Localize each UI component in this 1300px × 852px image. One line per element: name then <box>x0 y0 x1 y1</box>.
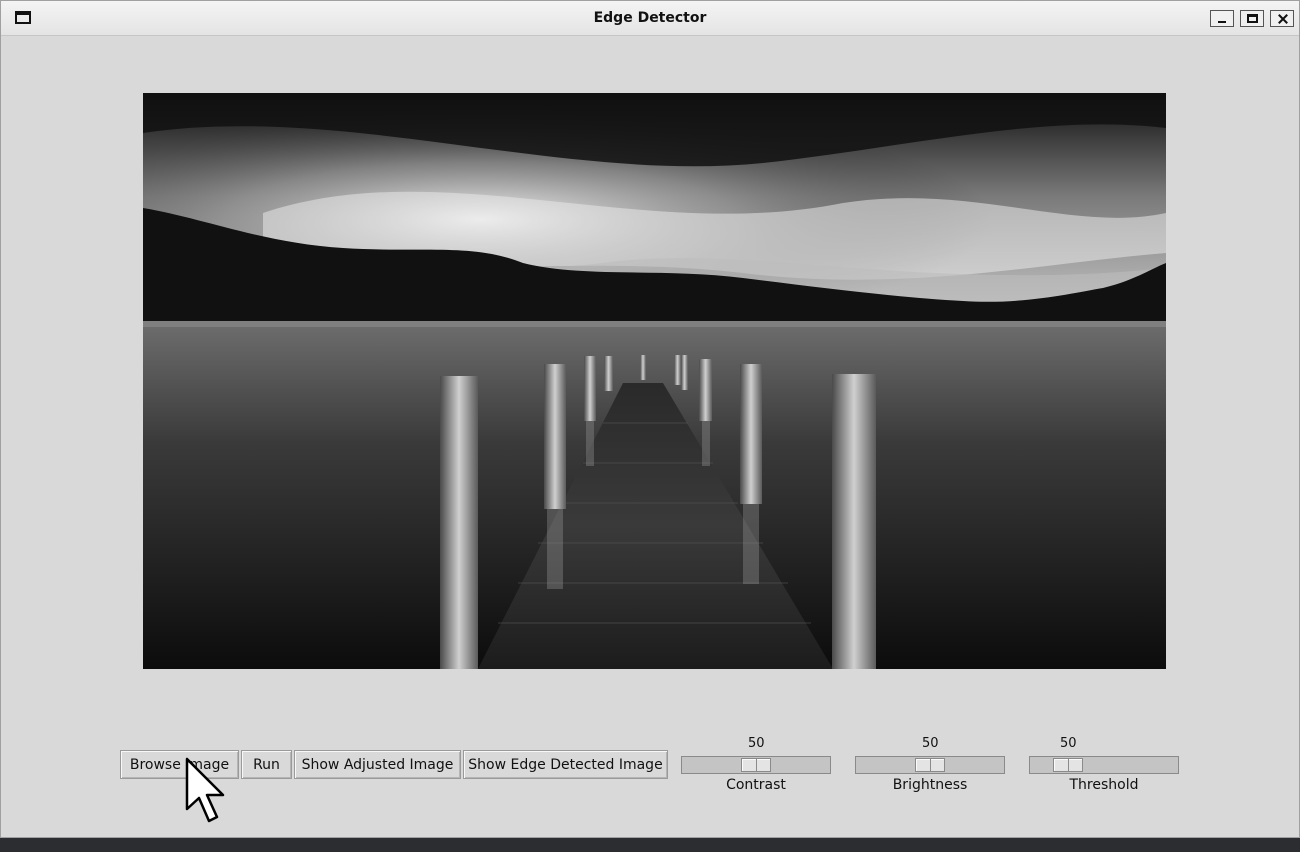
show-adjusted-image-button[interactable]: Show Adjusted Image <box>294 750 461 779</box>
threshold-slider-handle[interactable] <box>1053 758 1083 772</box>
contrast-label: Contrast <box>726 777 786 793</box>
show-edge-detected-image-button[interactable]: Show Edge Detected Image <box>463 750 668 779</box>
contrast-slider-track[interactable] <box>681 756 831 774</box>
brightness-label: Brightness <box>892 777 968 793</box>
title-bar[interactable]: Edge Detector <box>1 1 1299 36</box>
maximize-button[interactable] <box>1240 10 1264 27</box>
run-button[interactable]: Run <box>241 750 292 779</box>
contrast-slider-handle[interactable] <box>741 758 771 772</box>
close-button[interactable] <box>1270 10 1294 27</box>
image-preview <box>143 93 1166 669</box>
pier-landscape-image <box>143 93 1166 669</box>
minimize-button[interactable] <box>1210 10 1234 27</box>
threshold-label: Threshold <box>1069 777 1139 793</box>
threshold-slider-track[interactable] <box>1029 756 1179 774</box>
contrast-value: 50 <box>748 736 765 751</box>
brightness-slider-handle[interactable] <box>915 758 945 772</box>
mouse-pointer-icon <box>185 757 225 823</box>
brightness-slider-track[interactable] <box>855 756 1005 774</box>
threshold-value: 50 <box>1060 736 1077 751</box>
brightness-value: 50 <box>922 736 939 751</box>
window-title: Edge Detector <box>593 10 707 26</box>
